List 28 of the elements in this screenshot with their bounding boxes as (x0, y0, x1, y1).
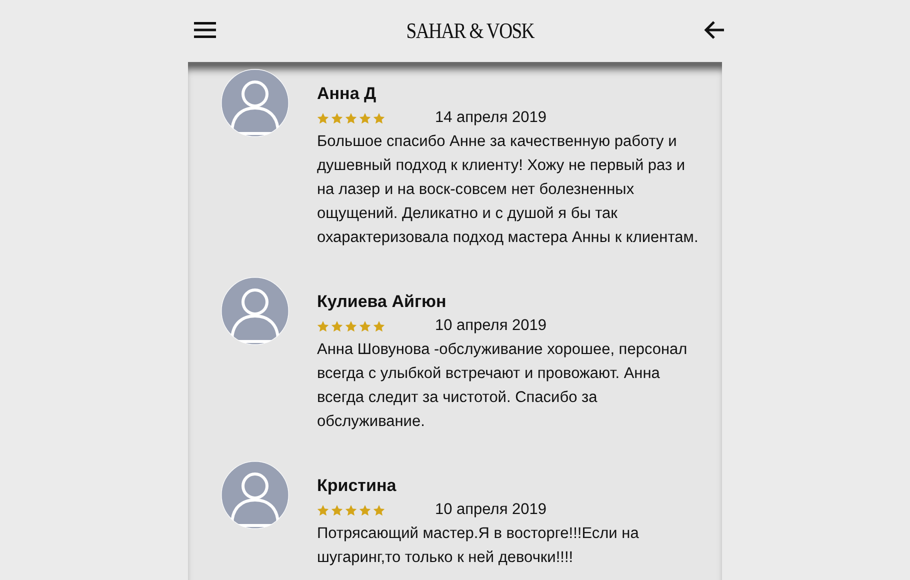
star-icon (359, 112, 371, 124)
logo: SAHAR & VOSK (406, 18, 534, 44)
star-icon (331, 504, 343, 516)
avatar-icon (220, 68, 290, 138)
star-icon (317, 504, 329, 516)
star-icon (317, 112, 329, 124)
star-icon (359, 320, 371, 332)
star-icon (317, 320, 329, 332)
reviewer-name: Анна Д (317, 83, 378, 105)
star-icon (331, 112, 343, 124)
star-icon (345, 320, 357, 332)
star-icon (331, 320, 343, 332)
review-date: 14 апреля 2019 (435, 109, 547, 127)
star-icon (345, 504, 357, 516)
review-date: 10 апреля 2019 (435, 501, 547, 519)
review-text: Потрясающий мастер.Я в восторге!!!Если на шугаринг,то только к ней девочки!!!! (317, 524, 640, 568)
reviewer-name: Кристина (317, 475, 398, 497)
avatar-icon (220, 460, 290, 530)
star-icon (373, 112, 385, 124)
star-icon (373, 320, 385, 332)
review-text: Анна Шовунова -обслуживание хорошее, персонал всегда с улыбкой встречают и провожают. Анна всегда следит за чистотой. Спасибо за обслуживание. (317, 340, 688, 432)
star-icon (359, 504, 371, 516)
avatar-icon (220, 276, 290, 346)
reviewer-name: Кулиева Айгюн (317, 291, 448, 313)
review-date: 10 апреля 2019 (435, 317, 547, 335)
star-icon (345, 112, 357, 124)
review-text: Большое спасибо Анне за качественную работу и душевный подход к клиенту! Хожу не первый раз и на лазер и на воск-совсем нет болезненных ощущений. Деликатно и с душой я бы так охарактеризовала подход мастера Анны к клиентам. (317, 132, 700, 248)
star-icon (373, 504, 385, 516)
